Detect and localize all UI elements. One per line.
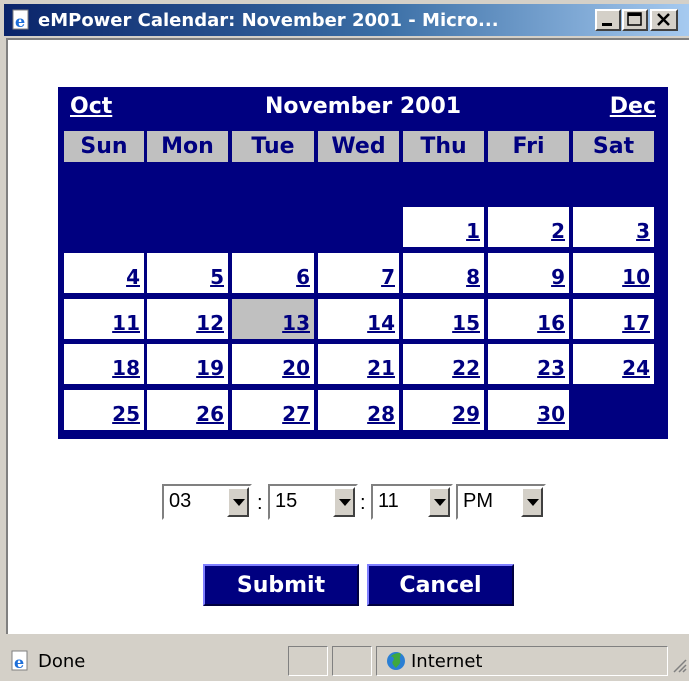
submit-button[interactable]: Submit	[203, 564, 359, 606]
weekday-header: Mon	[147, 131, 228, 162]
browser-window: e eMPower Calendar: November 2001 - Micr…	[0, 0, 689, 681]
window-title: eMPower Calendar: November 2001 - Micro.…	[38, 10, 499, 31]
chevron-down-icon[interactable]	[521, 487, 543, 517]
calendar-day[interactable]: 24	[573, 344, 654, 384]
calendar-day[interactable]: 1	[403, 207, 484, 247]
ampm-select[interactable]: PM	[456, 484, 546, 520]
calendar-day[interactable]: 22	[403, 344, 484, 384]
calendar-day[interactable]: 16	[488, 299, 569, 339]
resize-grip-icon[interactable]	[670, 656, 688, 674]
ie-done-icon: e	[11, 650, 28, 672]
calendar-day[interactable]: 6	[232, 253, 314, 293]
calendar-day[interactable]: 18	[64, 344, 144, 384]
page-content: Oct November 2001 Dec Sun Mon Tue Wed Thu Fri…	[6, 38, 689, 634]
calendar-day[interactable]: 30	[488, 390, 569, 430]
calendar-day-selected[interactable]: 13	[232, 299, 314, 339]
calendar-day[interactable]: 15	[403, 299, 484, 339]
calendar-day[interactable]: 21	[318, 344, 399, 384]
time-separator: :	[360, 492, 366, 514]
month-title: November 2001	[264, 94, 462, 119]
zone-panel: Internet	[376, 646, 668, 676]
second-value: 11	[378, 490, 399, 512]
weekday-header: Wed	[318, 131, 399, 162]
svg-text:e: e	[15, 12, 25, 31]
calendar-day[interactable]: 4	[64, 253, 144, 293]
title-bar[interactable]: e eMPower Calendar: November 2001 - Micr…	[4, 4, 689, 36]
status-bar: e Done Internet	[4, 644, 689, 681]
weekday-header: Tue	[232, 131, 314, 162]
internet-globe-icon	[387, 652, 405, 670]
calendar-day[interactable]: 5	[147, 253, 228, 293]
calendar-day[interactable]: 23	[488, 344, 569, 384]
svg-text:e: e	[14, 653, 24, 672]
zone-text: Internet	[411, 651, 483, 672]
minute-select[interactable]: 15	[268, 484, 358, 520]
close-button[interactable]	[650, 9, 678, 31]
hour-value: 03	[169, 490, 192, 512]
calendar-day[interactable]: 8	[403, 253, 484, 293]
weekday-header: Sun	[64, 131, 144, 162]
chevron-down-icon[interactable]	[227, 487, 249, 517]
calendar-day[interactable]: 7	[318, 253, 399, 293]
chevron-down-icon[interactable]	[428, 487, 450, 517]
chevron-down-icon[interactable]	[333, 487, 355, 517]
weekday-header: Sat	[573, 131, 654, 162]
minimize-icon	[602, 23, 612, 26]
calendar-day[interactable]: 28	[318, 390, 399, 430]
minute-value: 15	[275, 490, 298, 512]
calendar-day[interactable]: 14	[318, 299, 399, 339]
calendar-day[interactable]: 3	[573, 207, 654, 247]
second-select[interactable]: 11	[371, 484, 453, 520]
minimize-button[interactable]	[595, 9, 621, 31]
status-panel	[332, 646, 372, 676]
calendar-day[interactable]: 27	[232, 390, 314, 430]
calendar-day[interactable]: 20	[232, 344, 314, 384]
ampm-value: PM	[463, 490, 493, 512]
calendar-day[interactable]: 17	[573, 299, 654, 339]
ie-page-icon: e	[12, 9, 29, 31]
status-text: Done	[38, 651, 86, 672]
calendar-day[interactable]: 26	[147, 390, 228, 430]
calendar-day[interactable]: 29	[403, 390, 484, 430]
calendar-day[interactable]: 2	[488, 207, 569, 247]
calendar-day[interactable]: 11	[64, 299, 144, 339]
next-month-link[interactable]: Dec	[610, 94, 656, 119]
calendar-day[interactable]: 10	[573, 253, 654, 293]
calendar-day[interactable]: 9	[488, 253, 569, 293]
cancel-button[interactable]: Cancel	[367, 564, 514, 606]
maximize-icon	[627, 12, 642, 26]
calendar-day[interactable]: 12	[147, 299, 228, 339]
calendar-day[interactable]: 19	[147, 344, 228, 384]
calendar-day[interactable]: 25	[64, 390, 144, 430]
maximize-button[interactable]	[622, 9, 648, 31]
weekday-header: Fri	[488, 131, 569, 162]
hour-select[interactable]: 03	[162, 484, 252, 520]
close-icon	[657, 13, 670, 26]
status-panel	[288, 646, 328, 676]
time-separator: :	[257, 492, 263, 514]
weekday-header: Thu	[403, 131, 484, 162]
